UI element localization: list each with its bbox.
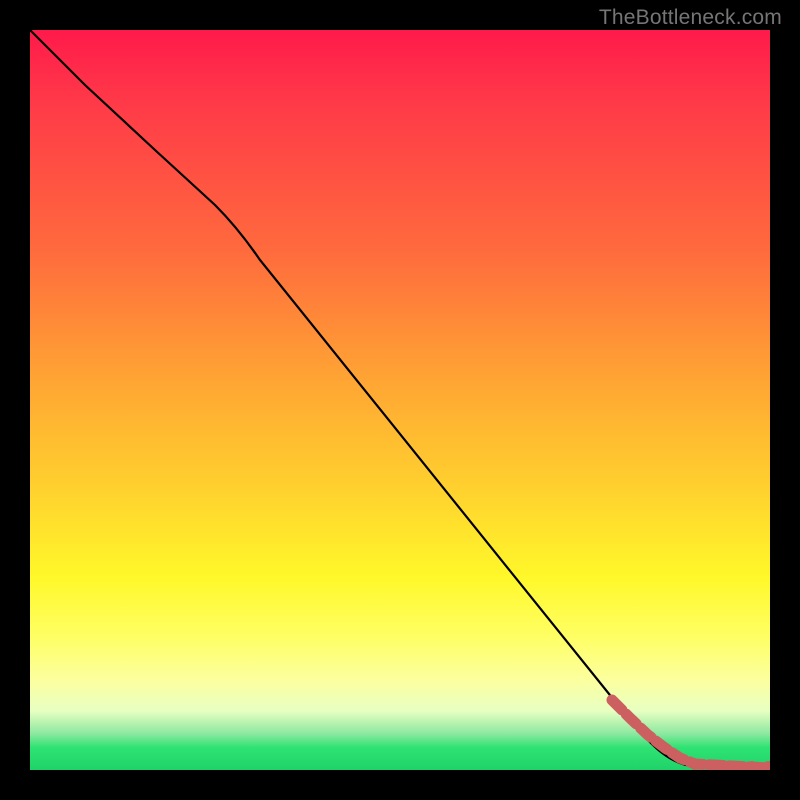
plot-area [30,30,770,770]
chart-container: TheBottleneck.com [0,0,800,800]
watermark-label: TheBottleneck.com [599,6,782,30]
gradient-background [30,30,770,770]
